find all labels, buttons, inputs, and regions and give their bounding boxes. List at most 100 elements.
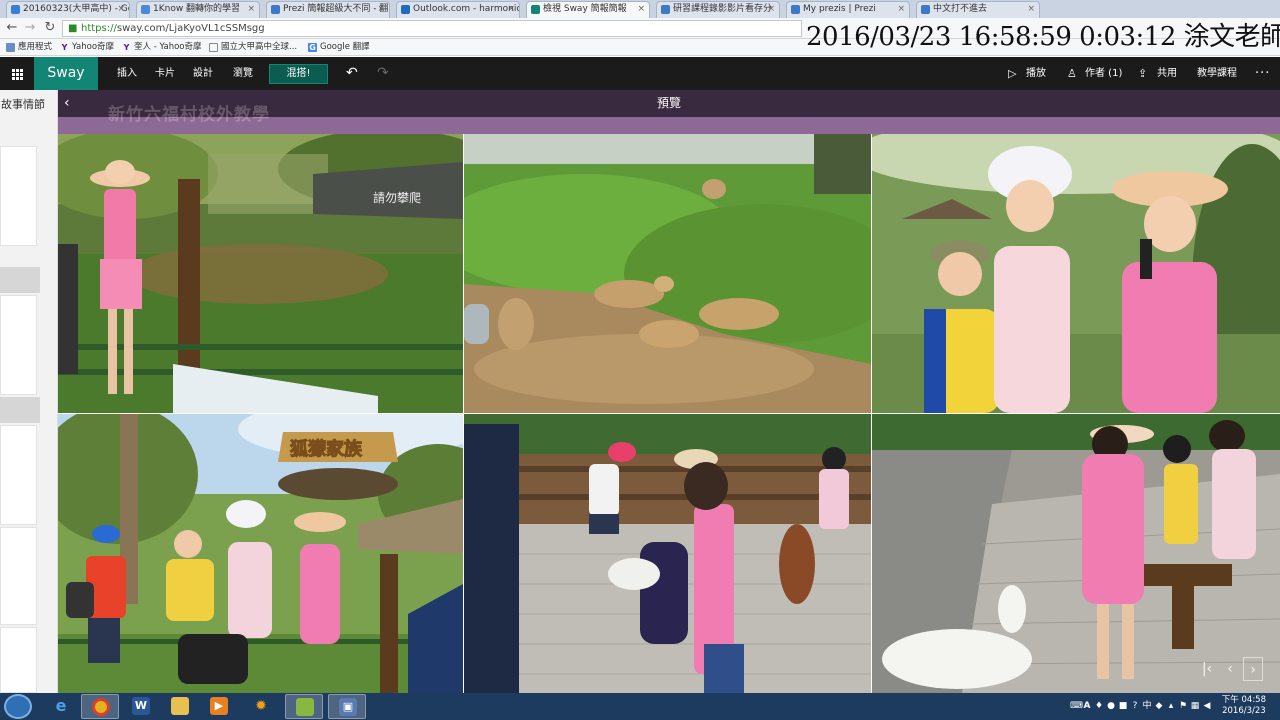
keyboard-icon[interactable]: ⌨: [1070, 701, 1083, 711]
language-icon[interactable]: 中: [1142, 701, 1152, 711]
storyline-card[interactable]: [0, 146, 37, 246]
next-slide-icon[interactable]: ›: [1243, 657, 1263, 681]
app-launcher-icon[interactable]: [0, 57, 34, 90]
tutorial-button[interactable]: 教學課程: [1197, 57, 1237, 90]
close-icon[interactable]: ×: [507, 2, 515, 17]
taskbar-media-player[interactable]: ▶: [200, 694, 238, 719]
system-clock[interactable]: 下午 04:58 2016/3/23: [1222, 695, 1266, 717]
taskbar-android-app[interactable]: [285, 694, 323, 719]
tray-app-icon[interactable]: ●: [1106, 701, 1116, 711]
folder-icon: [171, 697, 189, 715]
menu-navigate[interactable]: 瀏覽: [233, 57, 253, 90]
back-arrow-icon[interactable]: ←: [4, 20, 20, 36]
storyline-label: 故事情節: [1, 98, 45, 111]
close-icon[interactable]: ×: [767, 2, 775, 17]
bookmark-yahoo[interactable]: Y Yahoo奇摩: [60, 41, 114, 54]
start-button[interactable]: [4, 694, 32, 719]
browser-tab[interactable]: 中文打不進去 ×: [916, 1, 1040, 18]
flag-icon[interactable]: ⚑: [1178, 701, 1188, 711]
taskbar-file-explorer[interactable]: [161, 694, 199, 719]
save-disk-icon: ▣: [339, 698, 357, 716]
taskbar-chrome[interactable]: [81, 694, 119, 719]
browser-tab[interactable]: Prezi 簡報超級大不同 - 翻 ×: [266, 1, 390, 18]
sway-title-faded: 新竹六福村校外教學: [108, 105, 270, 125]
play-button[interactable]: 播放: [1026, 57, 1046, 90]
storyline-card[interactable]: [0, 425, 37, 525]
author-icon[interactable]: ♙: [1067, 57, 1077, 90]
storyline-card[interactable]: [0, 295, 37, 395]
tab-favicon: [791, 5, 800, 14]
menu-design[interactable]: 設計: [193, 57, 213, 90]
bookmark-yahoo-2[interactable]: Y 奎人 - Yahoo奇摩: [122, 41, 202, 54]
tab-favicon: [401, 5, 410, 14]
play-icon[interactable]: ▷: [1008, 57, 1016, 90]
tab-favicon: [531, 5, 540, 14]
recording-timestamp-overlay: 2016/03/23 16:58:59 0:03:12 涂文老師: [806, 22, 1280, 52]
clock-date: 2016/3/23: [1222, 706, 1266, 716]
word-icon: W: [132, 697, 150, 715]
internet-explorer-icon: e: [55, 696, 67, 715]
close-icon[interactable]: ×: [247, 2, 255, 17]
bookmark-apps[interactable]: 應用程式: [6, 41, 52, 54]
network-icon[interactable]: ▦: [1190, 701, 1200, 711]
remix-button[interactable]: 混搭!: [269, 64, 328, 84]
browser-tab[interactable]: 1Know 翻轉你的學習 ×: [136, 1, 260, 18]
volume-icon[interactable]: ◀: [1202, 701, 1212, 711]
authors-button[interactable]: 作者 (1): [1085, 57, 1122, 90]
reload-icon[interactable]: ↻: [42, 20, 58, 36]
browser-tab[interactable]: 研習課程錄影影片看存分 ×: [656, 1, 780, 18]
browser-tab[interactable]: 20160323(大甲高中) - Go ×: [6, 1, 130, 18]
raccoon-family-sign-text: 狐獴家族: [290, 438, 363, 460]
close-icon[interactable]: ×: [117, 2, 125, 17]
browser-tab[interactable]: Outlook.com - harmonio ×: [396, 1, 520, 18]
photo-girl-white-goat[interactable]: [872, 414, 1280, 693]
taskbar-word[interactable]: W: [122, 694, 160, 719]
close-icon[interactable]: ×: [1027, 2, 1035, 17]
redo-icon[interactable]: ↷: [377, 57, 389, 90]
taskbar-internet-explorer[interactable]: e: [42, 694, 80, 719]
sway-toolbar: Sway 插入 卡片 設計 瀏覽 混搭! ↶ ↷ ▷ 播放 ♙ 作者 (1) ⇪…: [0, 57, 1280, 90]
menu-insert[interactable]: 插入: [117, 57, 137, 90]
photo-three-kids-hats[interactable]: [872, 134, 1280, 413]
share-icon[interactable]: ⇪: [1138, 57, 1147, 90]
tray-app-icon[interactable]: ■: [1118, 701, 1128, 711]
menu-cards[interactable]: 卡片: [155, 57, 175, 90]
photo-meerkats-grass[interactable]: [464, 134, 871, 413]
storyline-pane: 故事情節: [0, 90, 58, 693]
storyline-card[interactable]: [0, 527, 37, 625]
sway-logo[interactable]: Sway: [34, 57, 98, 90]
show-hidden-icons-icon[interactable]: ▴: [1166, 701, 1176, 711]
clock-time: 下午 04:58: [1221, 695, 1266, 705]
media-player-icon: ▶: [210, 697, 228, 715]
share-button[interactable]: 共用: [1157, 57, 1177, 90]
tab-favicon: [11, 5, 20, 14]
taskbar-paw-app[interactable]: ✹: [242, 694, 280, 719]
yahoo-icon: Y: [61, 43, 68, 52]
previous-slide-icon[interactable]: ‹: [1220, 657, 1240, 681]
browser-tab[interactable]: My prezis | Prezi ×: [786, 1, 910, 18]
bookmark-school[interactable]: 國立大甲高中全球...: [209, 41, 297, 54]
tray-app-icon[interactable]: ◆: [1154, 701, 1164, 711]
photo-kids-raccoon-family-sign[interactable]: 狐獴家族: [58, 414, 463, 693]
yahoo-icon: Y: [123, 43, 130, 52]
photo-girl-at-meerkat-fence[interactable]: 請勿攀爬: [58, 134, 463, 413]
photo-kids-petting-goats[interactable]: [464, 414, 871, 693]
close-icon[interactable]: ×: [897, 2, 905, 17]
close-icon[interactable]: ×: [637, 2, 645, 17]
bookmark-google-translate[interactable]: G Google 翻譯: [308, 41, 370, 54]
close-icon[interactable]: ×: [377, 2, 385, 17]
no-climb-sign-text: 請勿攀爬: [373, 191, 421, 205]
undo-icon[interactable]: ↶: [346, 57, 358, 90]
browser-tab-strip: 20160323(大甲高中) - Go × 1Know 翻轉你的學習 × Prezi…: [0, 0, 1280, 18]
help-icon[interactable]: ?: [1130, 701, 1140, 711]
tab-favicon: [271, 5, 280, 14]
storyline-card[interactable]: [0, 627, 37, 693]
taskbar-save-app[interactable]: ▣: [328, 694, 366, 719]
browser-tab-active[interactable]: 檢視 Sway 簡報簡報 ×: [526, 1, 650, 18]
first-slide-icon[interactable]: |‹: [1197, 657, 1217, 681]
url-input[interactable]: ■ https://sway.com/LjaKyoVL1cSSMsgg: [62, 20, 802, 37]
tray-app-icon[interactable]: ♦: [1094, 701, 1104, 711]
input-method-icon[interactable]: A: [1082, 701, 1092, 711]
more-options-icon[interactable]: ···: [1255, 57, 1270, 90]
forward-arrow-icon[interactable]: →: [22, 20, 38, 36]
